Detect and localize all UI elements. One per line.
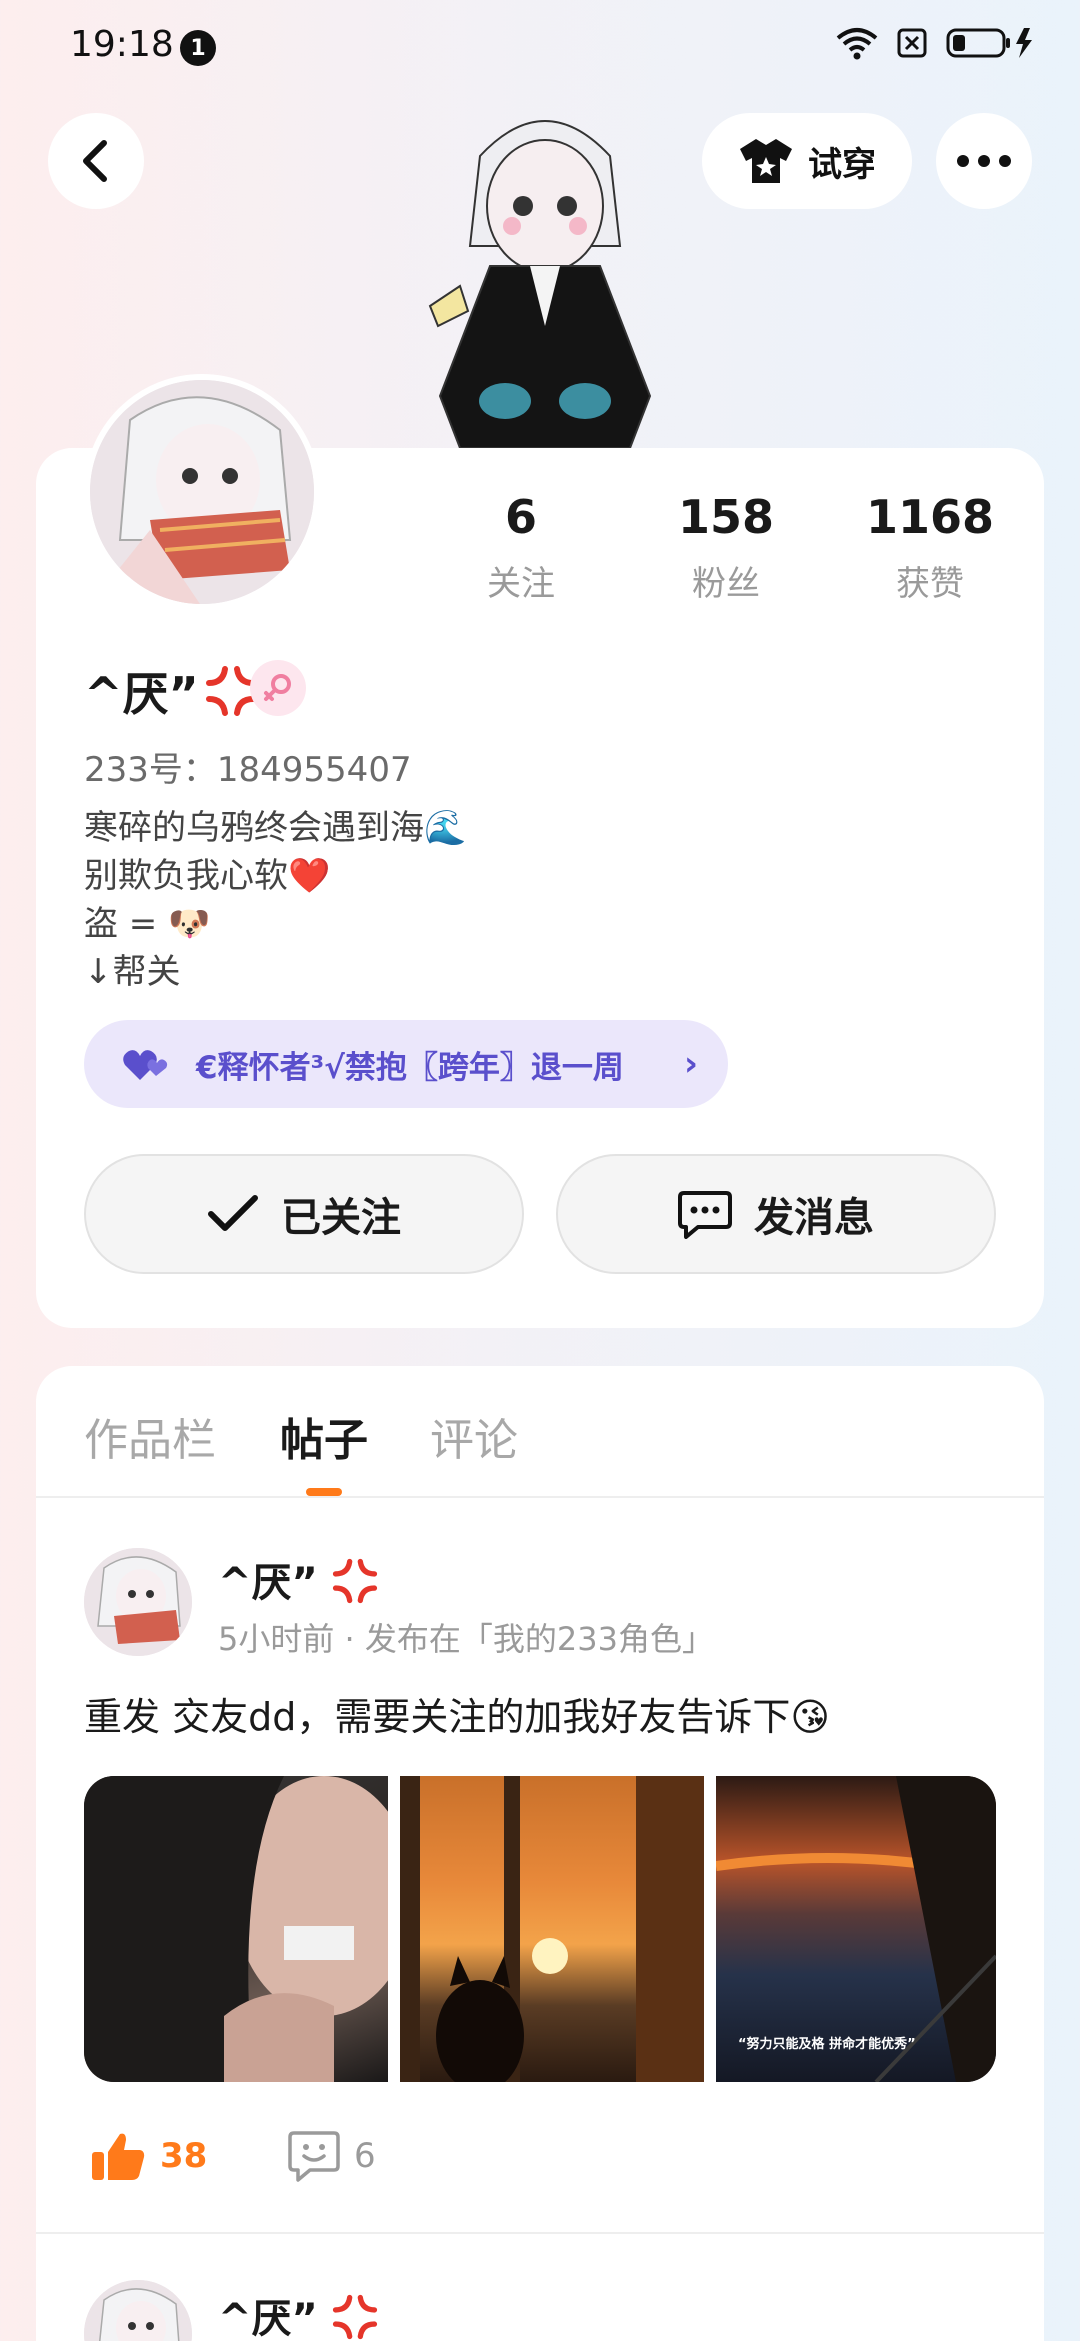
comment-icon	[288, 2131, 340, 2182]
more-options-button[interactable]	[936, 113, 1032, 209]
character-mascot[interactable]	[420, 96, 670, 448]
following-button-label: 已关注	[281, 1195, 401, 1241]
stat-likes-label: 获赞	[896, 564, 964, 604]
avatar-illustration	[90, 380, 314, 604]
chevron-right-icon: ›	[683, 1044, 698, 1084]
stat-following[interactable]: 6 关注	[441, 490, 601, 605]
username: ^厌”	[84, 658, 257, 724]
comment-button[interactable]: 6	[288, 2130, 376, 2182]
status-icons	[836, 26, 1038, 60]
more-dots-icon	[957, 155, 1011, 167]
like-button[interactable]: 38	[90, 2130, 207, 2182]
tab-works[interactable]: 作品栏	[84, 1404, 216, 1468]
anger-icon	[205, 666, 256, 716]
guard-badge-text: €释怀者³√禁抱〖跨年〗退一周	[196, 1049, 624, 1086]
stat-likes[interactable]: 1168 获赞	[850, 490, 1010, 605]
shirt-icon	[740, 139, 792, 183]
notification-badge: 1	[180, 30, 216, 66]
tab-divider	[36, 1496, 1044, 1498]
gender-female-badge	[250, 660, 306, 716]
comment-count: 6	[354, 2136, 376, 2176]
tab-active-indicator	[306, 1488, 342, 1496]
try-on-button[interactable]: 试穿	[702, 113, 912, 209]
send-message-button[interactable]: 发消息	[556, 1154, 996, 1274]
tab-posts[interactable]: 帖子	[280, 1404, 368, 1468]
following-button[interactable]: 已关注	[84, 1154, 524, 1274]
user-id: 233号：184955407	[84, 750, 412, 790]
username-text: ^厌”	[84, 667, 199, 721]
photo-caption: “努力只能及格 拼命才能优秀”	[738, 2037, 916, 2052]
sunset-cat-photo-art	[400, 1776, 704, 2082]
stat-likes-value: 1168	[865, 490, 995, 544]
anger-icon	[332, 1558, 377, 1604]
post-text[interactable]: 重发 交友dd，需要关注的加我好友告诉下😘	[84, 1686, 830, 1741]
send-message-label: 发消息	[754, 1195, 874, 1241]
post-photo-3[interactable]: “努力只能及格 拼命才能优秀”	[716, 1776, 996, 2082]
post-author-text: ^厌”	[218, 1560, 318, 1606]
portrait-photo-art	[84, 1776, 388, 2082]
post-meta: 5小时前 · 发布在「我的233角色」	[218, 1620, 714, 1658]
hearts-icon	[123, 1050, 168, 1080]
post-photo-2[interactable]	[400, 1776, 704, 2082]
post-photo-1[interactable]	[84, 1776, 388, 2082]
profile-avatar[interactable]	[84, 374, 320, 610]
post-author-text: ^厌”	[218, 2296, 318, 2341]
back-button[interactable]	[48, 113, 144, 209]
avatar-illustration	[84, 1548, 192, 1656]
post-author-name[interactable]: ^厌”	[218, 1550, 378, 1608]
stat-following-value: 6	[504, 490, 537, 544]
post-author-avatar[interactable]	[84, 1548, 192, 1656]
status-time: 19:18	[70, 24, 174, 65]
wifi-icon	[836, 28, 878, 60]
back-arrow-icon	[83, 140, 107, 182]
tab-comments[interactable]: 评论	[430, 1404, 518, 1468]
post-divider	[36, 2232, 1044, 2234]
message-bubble-icon	[678, 1191, 732, 1239]
stat-followers-value: 158	[677, 490, 775, 544]
guard-badge[interactable]: €释怀者³√禁抱〖跨年〗退一周 ›	[84, 1020, 728, 1108]
like-count: 38	[160, 2136, 208, 2176]
stat-followers-label: 粉丝	[692, 564, 760, 604]
bio-line: 盗 = 🐶	[84, 904, 211, 944]
no-sim-icon	[897, 28, 927, 58]
stat-following-label: 关注	[487, 564, 555, 604]
bio-line: 寒碎的乌鸦终会遇到海🌊	[84, 808, 467, 848]
post-author-name[interactable]: ^厌”	[218, 2286, 378, 2341]
stat-followers[interactable]: 158 粉丝	[646, 490, 806, 605]
bio-line: 别欺负我心软❤️	[84, 856, 331, 896]
battery-icon	[946, 28, 1032, 58]
bio-line: ↓帮关	[84, 952, 181, 992]
thumbs-up-icon	[92, 2133, 145, 2180]
female-icon	[264, 674, 291, 701]
try-on-label: 试穿	[808, 144, 876, 185]
anger-icon	[332, 2294, 377, 2340]
checkmark-icon	[208, 1195, 258, 1231]
